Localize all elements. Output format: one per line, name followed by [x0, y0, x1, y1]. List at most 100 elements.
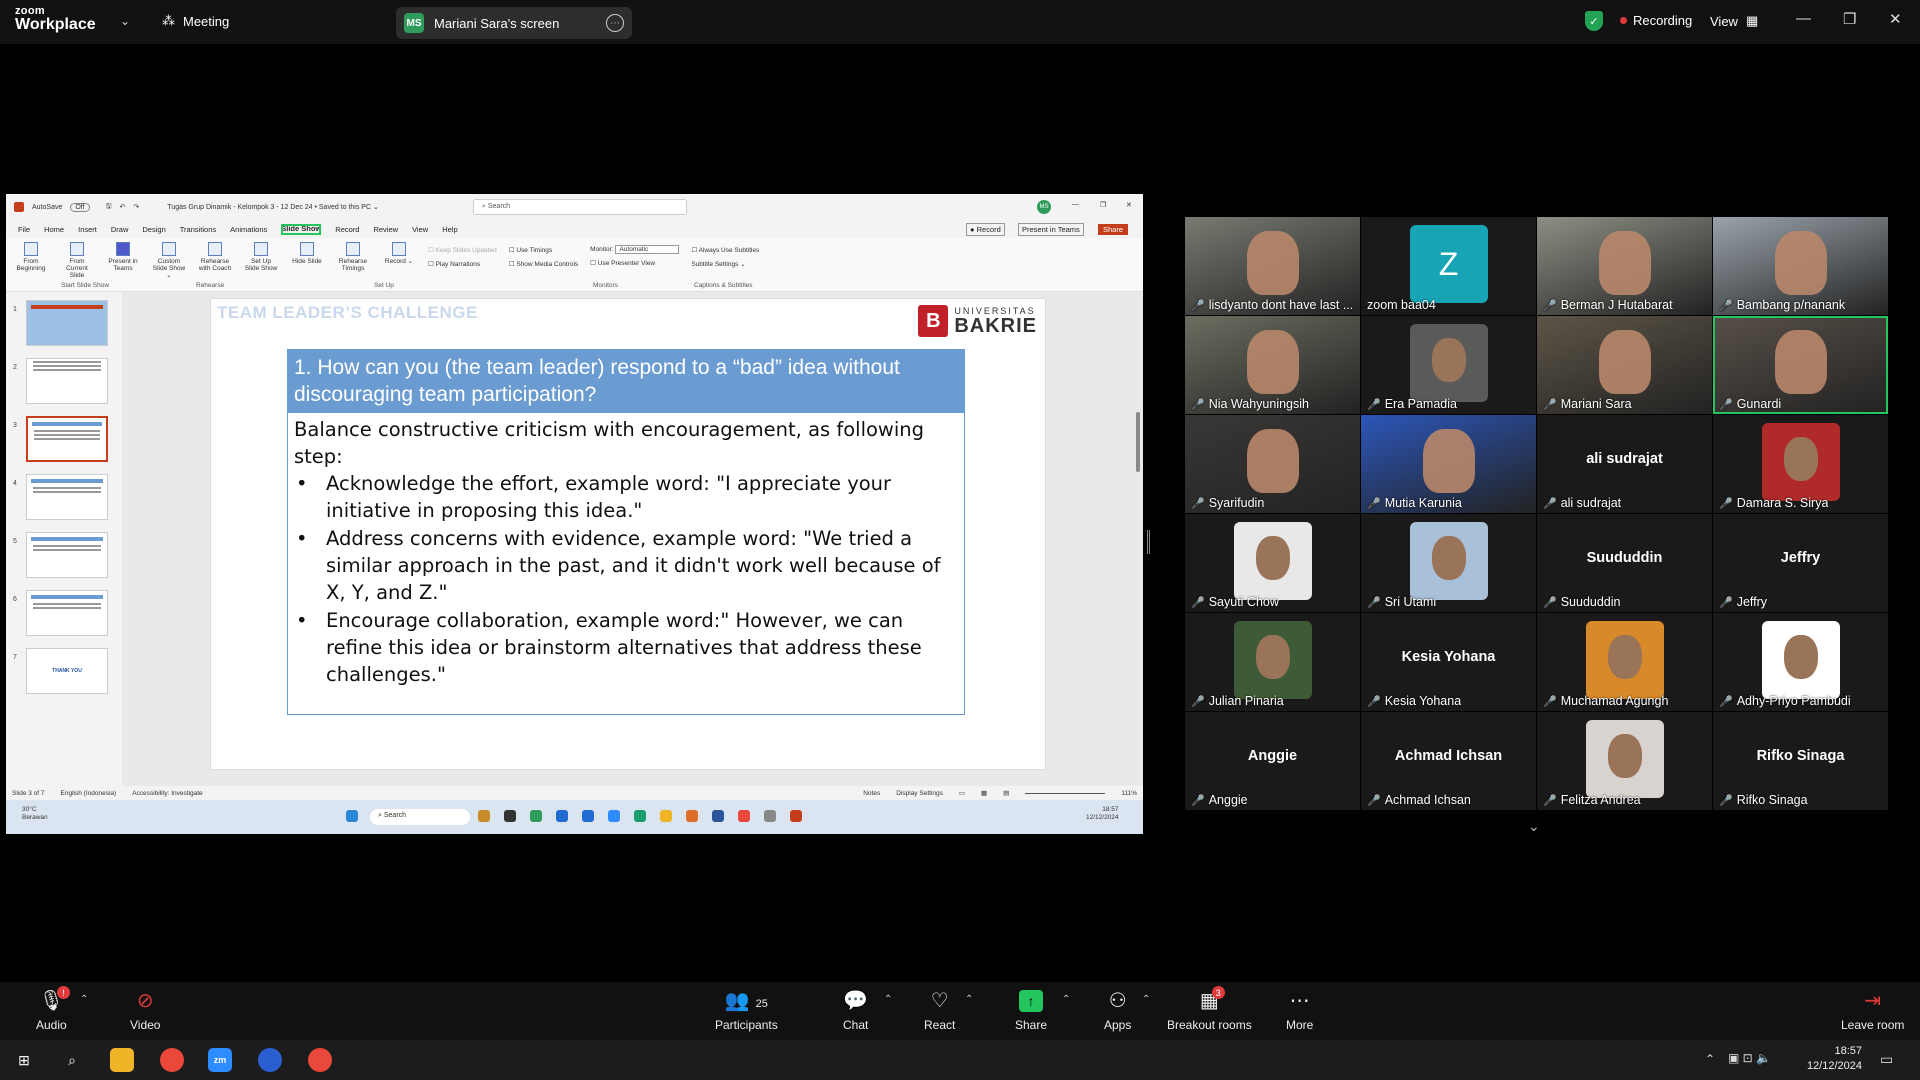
subtitle-settings-button[interactable]: Subtitle Settings ⌄	[691, 260, 759, 268]
autosave-toggle[interactable]: Off	[70, 202, 90, 212]
menu-help[interactable]: Help	[442, 225, 457, 234]
slide-thumb-2[interactable]	[26, 358, 108, 404]
menu-review[interactable]: Review	[373, 225, 398, 234]
zoom-icon[interactable]	[608, 810, 620, 822]
react-options-chevron[interactable]: ⌃	[965, 994, 973, 1005]
reading-view-icon[interactable]: ▤	[1003, 789, 1009, 797]
menu-home[interactable]: Home	[44, 225, 64, 234]
participant-tile[interactable]: Achmad Ichsan 🎤 Achmad Ichsan	[1361, 712, 1536, 810]
meeting-info-button[interactable]: ⁂ Meeting	[162, 13, 229, 29]
file-explorer-icon[interactable]	[110, 1048, 134, 1072]
more-options-icon[interactable]: ⋯	[606, 14, 624, 32]
custom-show-button[interactable]: Custom Slide Show ⌄	[152, 242, 186, 287]
slide-thumb-5[interactable]	[26, 532, 108, 578]
tray-chevron-icon[interactable]: ⌃	[1705, 1052, 1715, 1066]
participant-tile[interactable]: 🎤 Sri Utami	[1361, 514, 1536, 612]
settings-icon[interactable]	[764, 810, 776, 822]
present-in-teams-button[interactable]: Present in Teams	[1018, 222, 1084, 236]
weather-widget[interactable]: 30°C Berawan	[22, 806, 48, 822]
share-options-chevron[interactable]: ⌃	[1062, 994, 1070, 1005]
video-button[interactable]: ⊘ Video	[130, 990, 160, 1032]
leave-room-button[interactable]: ⇥ Leave room	[1841, 990, 1904, 1032]
current-slide[interactable]: TEAM LEADER’S CHALLENGE B UNIVERSITAS BA…	[210, 298, 1046, 770]
app-icon[interactable]	[530, 810, 542, 822]
participant-tile[interactable]: Jeffry 🎤 Jeffry	[1713, 514, 1888, 612]
menu-animations[interactable]: Animations	[230, 225, 267, 234]
record-button[interactable]: ● Record	[966, 222, 1005, 236]
screen-share-indicator[interactable]: MS Mariani Sara's screen ⋯	[396, 7, 632, 39]
audio-button[interactable]: 🎙! Audio	[36, 986, 71, 1032]
participants-button[interactable]: 👥 25 Participants	[715, 990, 778, 1032]
system-clock[interactable]: 18:57 12/12/2024	[1807, 1044, 1862, 1075]
slide-thumb-7[interactable]: THANK YOU	[26, 648, 108, 694]
notes-button[interactable]: Notes	[863, 790, 880, 797]
participant-tile[interactable]: 🎤 Damara S. Sirya	[1713, 415, 1888, 513]
zoom-icon[interactable]: zm	[208, 1048, 232, 1072]
menu-view[interactable]: View	[412, 225, 428, 234]
present-teams-ribbon-button[interactable]: Present in Teams	[106, 242, 140, 287]
tray-icons[interactable]: ▣ ⊡ 🔈	[1728, 1051, 1771, 1065]
app-icon[interactable]	[686, 810, 698, 822]
normal-view-icon[interactable]: ▭	[959, 789, 965, 797]
menu-transitions[interactable]: Transitions	[180, 225, 216, 234]
participant-tile[interactable]: Suududdin 🎤 Suududdin	[1537, 514, 1712, 612]
ppt-search-input[interactable]: ⌕ Search	[473, 199, 687, 215]
vertical-scrollbar[interactable]	[1136, 412, 1140, 472]
windows-start-icon[interactable]	[346, 810, 358, 822]
participant-tile[interactable]: 🎤 Mariani Sara	[1537, 316, 1712, 414]
menu-slide-show[interactable]: Slide Show	[281, 223, 322, 235]
participant-tile[interactable]: 🎤 Bambang p/nanank	[1713, 217, 1888, 315]
react-button[interactable]: ♡ React	[924, 990, 955, 1032]
chrome-icon[interactable]	[160, 1048, 184, 1072]
windows-start-icon[interactable]: ⊞	[12, 1048, 36, 1072]
participant-tile[interactable]: Kesia Yohana 🎤 Kesia Yohana	[1361, 613, 1536, 711]
accessibility-button[interactable]: Accessibility: Investigate	[132, 790, 202, 797]
chat-options-chevron[interactable]: ⌃	[884, 994, 892, 1005]
minimize-icon[interactable]: —	[1072, 201, 1079, 208]
participant-tile[interactable]: 🎤 Mutia Karunia	[1361, 415, 1536, 513]
show-media-checkbox[interactable]: Show Media Controls	[509, 260, 578, 268]
from-current-button[interactable]: From Current Slide	[60, 242, 94, 287]
participant-tile[interactable]: 🎤 Felitza Andrea	[1537, 712, 1712, 810]
menu-file[interactable]: File	[18, 225, 30, 234]
slide-thumb-3[interactable]	[26, 416, 108, 462]
outlook-icon[interactable]	[556, 810, 568, 822]
zoom-slider[interactable]	[1025, 792, 1106, 794]
notification-icon[interactable]: ▭	[1880, 1051, 1893, 1068]
participant-tile[interactable]: Zzoom baa04	[1361, 217, 1536, 315]
app-icon[interactable]	[504, 810, 516, 822]
participant-tile[interactable]: 🎤 Era Pamadia	[1361, 316, 1536, 414]
share-button[interactable]: Share	[1098, 223, 1129, 235]
redo-icon[interactable]: ↷	[133, 203, 139, 211]
search-icon[interactable]: ⌕	[60, 1048, 84, 1072]
participant-tile[interactable]: ali sudrajat 🎤 ali sudrajat	[1537, 415, 1712, 513]
share-screen-button[interactable]: ↑ Share	[1015, 990, 1047, 1032]
minimize-button[interactable]: —	[1796, 10, 1811, 27]
participant-tile[interactable]: 🎤 Nia Wahyuningsih	[1185, 316, 1360, 414]
participant-tile[interactable]: 🎤 lisdyanto dont have last ...	[1185, 217, 1360, 315]
slide-thumb-1[interactable]	[26, 300, 108, 346]
play-narrations-checkbox[interactable]: Play Narrations	[428, 260, 497, 268]
folder-icon[interactable]	[660, 810, 672, 822]
rehearse-coach-button[interactable]: Rehearse with Coach	[198, 242, 232, 287]
participant-tile[interactable]: 🎤 Berman J Hutabarat	[1537, 217, 1712, 315]
doc-title[interactable]: Tugas Grup Dinamik - Kelompok 3 - 12 Dec…	[167, 203, 379, 211]
participant-tile[interactable]: 🎤 Gunardi	[1713, 316, 1888, 414]
shield-icon[interactable]: ✓	[1585, 11, 1603, 31]
outlook-icon[interactable]	[582, 810, 594, 822]
menu-design[interactable]: Design	[142, 225, 165, 234]
undo-icon[interactable]: ↶	[120, 203, 126, 211]
chevron-down-icon[interactable]: ⌄	[1528, 818, 1540, 835]
chrome-icon[interactable]	[308, 1048, 332, 1072]
menu-draw[interactable]: Draw	[111, 225, 129, 234]
sorter-view-icon[interactable]: ▦	[981, 789, 987, 797]
chat-button[interactable]: 💬 Chat	[843, 990, 868, 1032]
recording-indicator[interactable]: Recording	[1620, 13, 1692, 28]
edge-icon[interactable]	[634, 810, 646, 822]
app-icon[interactable]	[258, 1048, 282, 1072]
participant-tile[interactable]: 🎤 Muchamad Agungh	[1537, 613, 1712, 711]
slide-thumb-6[interactable]	[26, 590, 108, 636]
view-button[interactable]: View ▦	[1710, 13, 1758, 29]
presenter-view-checkbox[interactable]: Use Presenter View	[590, 259, 679, 267]
audio-options-chevron[interactable]: ⌃	[80, 994, 88, 1005]
